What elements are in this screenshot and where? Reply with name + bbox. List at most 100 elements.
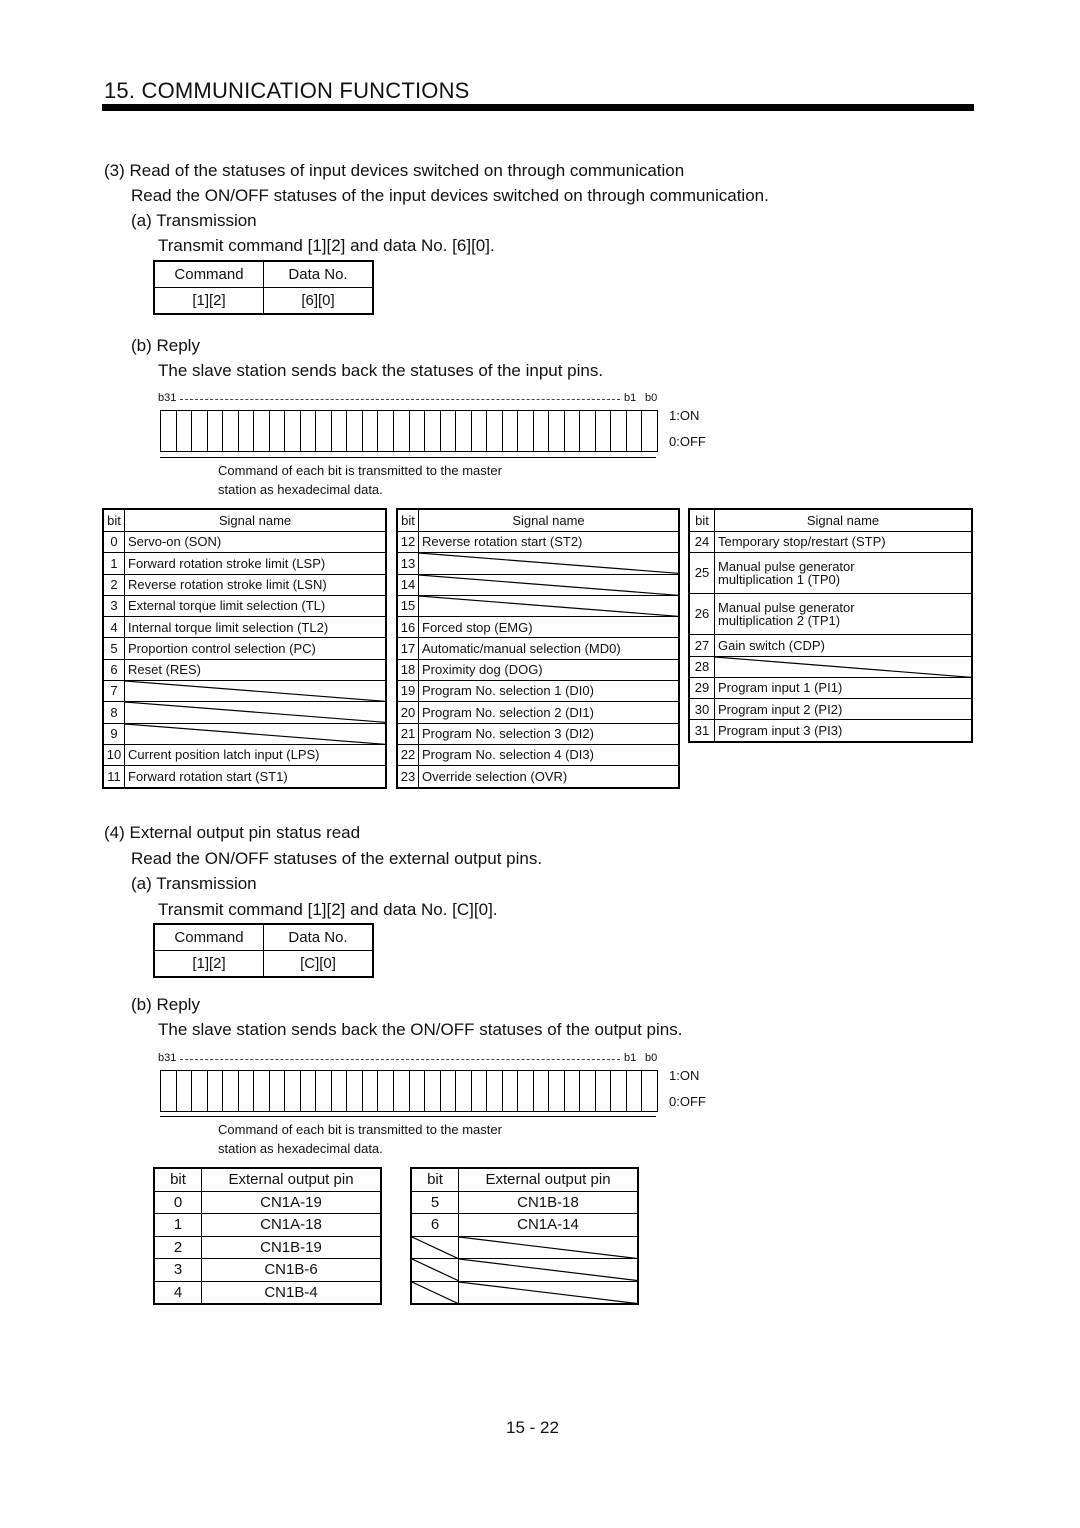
bit-number: 2 bbox=[153, 1235, 202, 1259]
table-row: 2 CN1B-19 bbox=[153, 1235, 382, 1259]
table-row: 25 Manual pulse generator multiplication 1… bbox=[688, 552, 973, 595]
bit-number: 21 bbox=[396, 722, 419, 745]
register-note-line2: station as hexadecimal data. bbox=[218, 1141, 383, 1156]
table-row: 10 Current position latch input (LPS) bbox=[102, 743, 387, 767]
bit-cell bbox=[549, 1071, 565, 1111]
bit-cell bbox=[316, 411, 332, 451]
bit-cell bbox=[596, 411, 612, 451]
section4-description: Read the ON/OFF statuses of the external… bbox=[131, 849, 543, 868]
output-pin: CN1B-4 bbox=[201, 1280, 382, 1305]
section4-transmission-label: (a) Transmission bbox=[131, 874, 257, 893]
signal-name: Program No. selection 4 (DI3) bbox=[418, 743, 680, 767]
bit-number: 22 bbox=[396, 743, 419, 767]
output-pin-header: External output pin bbox=[458, 1167, 639, 1192]
command-value: [1][2] bbox=[153, 287, 264, 315]
bit-number: 4 bbox=[153, 1280, 202, 1305]
bit-number: 4 bbox=[102, 616, 125, 639]
data-no-header: Data No. bbox=[263, 923, 374, 951]
table-row: 21 Program No. selection 3 (DI2) bbox=[396, 722, 680, 745]
bit-cell bbox=[177, 1071, 193, 1111]
bit-header: bit bbox=[688, 508, 715, 532]
bit-number: 12 bbox=[396, 530, 419, 554]
bit-cell bbox=[549, 411, 565, 451]
table-row: 16 Forced stop (EMG) bbox=[396, 616, 680, 639]
table-row: 31 Program input 3 (PI3) bbox=[688, 719, 973, 743]
page-header-title: 15. COMMUNICATION FUNCTIONS bbox=[104, 78, 470, 103]
bit-number: 18 bbox=[396, 658, 419, 682]
signal-name-header: Signal name bbox=[418, 508, 680, 532]
bit-cell bbox=[627, 411, 643, 451]
table-row bbox=[410, 1258, 639, 1282]
bit-cell bbox=[192, 1071, 208, 1111]
off-label: 0:OFF bbox=[669, 434, 706, 449]
register-note-line1: Command of each bit is transmitted to th… bbox=[218, 1122, 502, 1137]
signal-name: Program input 1 (PI1) bbox=[714, 676, 973, 700]
table-row: 4 CN1B-4 bbox=[153, 1280, 382, 1305]
bit-cell bbox=[223, 1071, 239, 1111]
unused-cell bbox=[458, 1258, 639, 1282]
table-row: 4 Internal torque limit selection (TL2) bbox=[102, 616, 387, 639]
bit-cell bbox=[565, 1071, 581, 1111]
section4-transmission-text: Transmit command [1][2] and data No. [C]… bbox=[158, 900, 498, 919]
bit-number: 29 bbox=[688, 676, 715, 700]
bit-number: 25 bbox=[688, 552, 715, 595]
table-row: 1 Forward rotation stroke limit (LSP) bbox=[102, 552, 387, 575]
table-row: 3 External torque limit selection (TL) bbox=[102, 594, 387, 618]
signal-name-line1: Manual pulse generator bbox=[718, 558, 855, 574]
bit-cell bbox=[487, 411, 503, 451]
bit-cell bbox=[208, 1071, 224, 1111]
signal-name: Proximity dog (DOG) bbox=[418, 658, 680, 682]
bit-cell bbox=[332, 1071, 348, 1111]
signal-name: Program No. selection 3 (DI2) bbox=[418, 722, 680, 745]
bit-header: bit bbox=[102, 508, 125, 532]
unused-cell bbox=[410, 1258, 459, 1282]
unused-cell bbox=[124, 680, 387, 703]
bit-cell bbox=[270, 411, 286, 451]
bit-number: 3 bbox=[102, 594, 125, 618]
b0-label: b0 bbox=[645, 392, 658, 404]
bit-number: 11 bbox=[102, 765, 125, 789]
bit-cell bbox=[363, 411, 379, 451]
bit-number: 28 bbox=[688, 655, 715, 678]
bit-cell bbox=[301, 1071, 317, 1111]
table-row: 13 bbox=[396, 552, 680, 575]
table-row: 1 CN1A-18 bbox=[153, 1213, 382, 1237]
signal-name-line1: Manual pulse generator bbox=[718, 599, 855, 615]
bit-cell bbox=[441, 411, 457, 451]
output-pin: CN1B-6 bbox=[201, 1258, 382, 1282]
bit-cell bbox=[503, 1071, 519, 1111]
b1-label: b1 bbox=[624, 392, 637, 404]
signal-table-1: bit Signal name 0 Servo-on (SON) 1 Forward … bbox=[102, 508, 387, 789]
table-row: 22 Program No. selection 4 (DI3) bbox=[396, 743, 680, 767]
signal-name: Program No. selection 1 (DI0) bbox=[418, 680, 680, 703]
bit-number: 2 bbox=[102, 573, 125, 596]
bit-cell bbox=[332, 411, 348, 451]
on-label: 1:ON bbox=[669, 1068, 700, 1083]
signal-name: Reverse rotation start (ST2) bbox=[418, 530, 680, 554]
unused-cell bbox=[410, 1280, 459, 1305]
bit-cell bbox=[425, 411, 441, 451]
bit-cell bbox=[642, 1071, 657, 1111]
bit-cell bbox=[456, 411, 472, 451]
table-row: 15 bbox=[396, 594, 680, 618]
table-row: 29 Program input 1 (PI1) bbox=[688, 676, 973, 700]
register-note-line2: station as hexadecimal data. bbox=[218, 482, 383, 497]
bit-cell bbox=[223, 411, 239, 451]
register-underline bbox=[160, 1116, 656, 1117]
output-table-1: bit External output pin 0 CN1A-19 1 CN1A-18… bbox=[153, 1167, 382, 1305]
bit-cell bbox=[378, 411, 394, 451]
table-row: 0 Servo-on (SON) bbox=[102, 530, 387, 554]
output-pin: CN1B-18 bbox=[458, 1190, 639, 1214]
unused-cell bbox=[458, 1280, 639, 1305]
bit-cell bbox=[254, 411, 270, 451]
bit-number: 13 bbox=[396, 552, 419, 575]
msb-label: b31 bbox=[158, 392, 177, 404]
signal-name: Internal torque limit selection (TL2) bbox=[124, 616, 387, 639]
bit-header: bit bbox=[410, 1167, 459, 1192]
section4-reply-text: The slave station sends back the ON/OFF … bbox=[158, 1020, 683, 1039]
command-value: [1][2] bbox=[153, 950, 264, 978]
bit-number: 31 bbox=[688, 719, 715, 743]
bit-number: 0 bbox=[153, 1190, 202, 1214]
signal-name: Current position latch input (LPS) bbox=[124, 743, 387, 767]
bit-number: 10 bbox=[102, 743, 125, 767]
